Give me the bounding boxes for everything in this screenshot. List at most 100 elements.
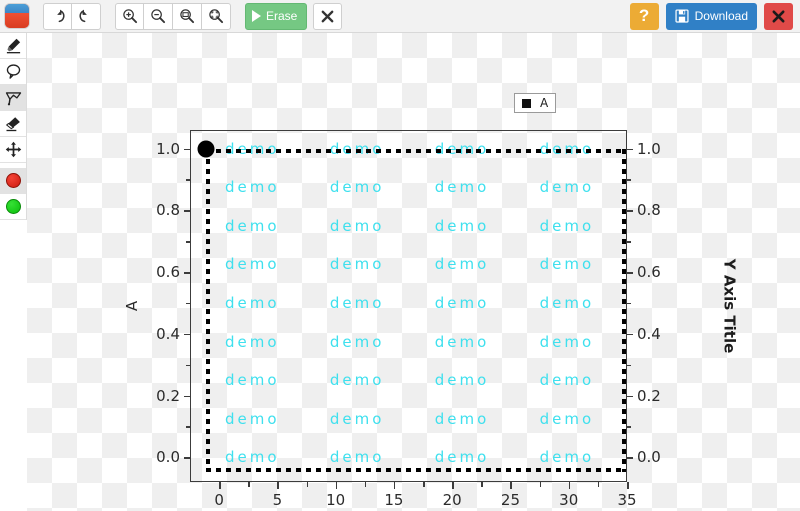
y-axis-minor-tick-left [186,241,190,243]
zoom-fit-icon [209,9,224,24]
sidebar-item-move-tool[interactable] [0,137,26,163]
x-axis-tick [277,482,279,489]
x-axis-tick-label: 5 [272,491,283,509]
redo-icon [78,9,87,22]
y-axis-tick-right [627,457,633,459]
sidebar-item-speech-bubble-tool[interactable] [0,59,26,85]
x-axis-tick [627,482,629,489]
history-button-group [43,2,101,30]
download-button[interactable]: Download [665,2,757,30]
redo-button[interactable] [72,2,101,30]
toolbar-right-group: ? Download [629,2,800,30]
x-axis-tick [452,482,454,489]
zoom-actual-size-icon [180,9,195,24]
y-axis-tick-right [627,333,633,336]
sidebar-item-highlighter-pen-tool[interactable] [0,33,26,59]
undo-icon [57,9,65,22]
y-axis-tick-label-left: 0.8 [156,201,180,220]
help-button[interactable]: ? [629,2,659,30]
y-axis-minor-tick-left [186,302,190,305]
undo-button[interactable] [43,2,72,30]
plot-frame [190,130,627,482]
highlighter-icon [6,38,20,54]
y-axis-tick-left [184,210,190,212]
zoom-button-group [115,2,231,30]
y-axis-tick-right [627,148,633,151]
x-axis-tick-label: 0 [214,491,224,509]
close-x-icon [321,10,334,22]
drawing-canvas[interactable]: A A Y Axis Title 0.0 0.0 0.2 0.2 0.4 0.4 0.6 0.… [27,33,800,511]
y-axis-minor-tick-left [186,179,190,181]
download-button-label: Download [694,9,748,23]
zoom-in-icon [122,9,137,24]
app-logo-top [5,4,29,14]
floppy-disk-icon [675,9,689,23]
y-axis-minor-tick-left [186,364,190,367]
chart-legend: A [514,93,557,113]
y-axis-tick-label-right: 0.6 [637,263,661,282]
y-axis-tick-label-left: 1.0 [156,139,180,158]
zoom-actual-size-button[interactable] [173,2,202,30]
x-axis-minor-tick [597,482,600,487]
resize-handle-dot-icon[interactable] [197,140,215,158]
app-logo-bottom [5,13,29,28]
sidebar-item-eraser-tool[interactable] [0,111,26,137]
erase-button-label: Erase [266,9,298,23]
y-axis-tick-left [184,333,190,336]
x-axis-tick [393,482,396,489]
y-axis-minor-tick-right [627,364,631,367]
x-axis-tick [510,482,512,489]
y-axis-tick-label-left: 0.2 [156,386,180,405]
x-axis-tick [335,482,338,489]
polygon-flag-icon [5,92,21,106]
square-marker-icon [522,98,531,108]
app-logo-icon[interactable] [5,4,29,28]
zoom-out-button[interactable] [144,2,173,30]
y-axis-tick-left [184,457,190,459]
speech-bubble-icon [6,64,20,79]
x-axis-minor-tick [248,482,250,487]
zoom-out-icon [151,9,166,24]
y-axis-tick-label-left: 0.0 [156,448,180,467]
erase-button[interactable]: Erase [245,2,308,30]
zoom-in-button[interactable] [115,2,144,30]
zoom-fit-button[interactable] [202,2,231,30]
x-axis-tick-label: 15 [384,491,404,509]
sidebar-item-polygon-lasso-tool[interactable] [0,85,26,111]
y-axis-tick-label-right: 1.0 [637,139,661,158]
y-axis-tick-right [627,272,633,274]
x-axis-tick-label: 20 [442,491,462,509]
clear-selection-button[interactable] [313,2,343,30]
x-axis-tick-label: 35 [617,491,637,509]
plot-area: A Y Axis Title 0.0 0.0 0.2 0.2 0.4 0.4 0.6 0.6 0… [123,130,738,509]
sidebar-item-color-swatch-green[interactable] [0,194,26,220]
y-axis-tick-label-right: 0.0 [637,448,661,467]
x-axis-minor-tick [539,482,542,487]
y-axis-tick-label-right: 0.4 [637,324,661,343]
y-axis-tick-left [184,148,190,151]
x-axis-tick-label: 25 [500,491,520,509]
legend-entry-label: A [540,96,549,110]
y-axis-tick-right [627,395,633,398]
y-axis-tick-left [184,395,190,398]
y-axis-title-left: A [123,300,142,312]
x-axis-tick-label: 10 [326,491,346,509]
close-window-button[interactable] [764,2,793,30]
y-axis-minor-tick-right [627,241,631,243]
play-triangle-icon [252,10,261,22]
sidebar-item-color-swatch-red[interactable] [0,168,26,194]
y-axis-tick-right [627,210,633,212]
x-axis-tick [568,482,571,489]
x-axis-minor-tick [306,482,309,487]
left-tool-sidebar [0,33,27,220]
close-x-icon [772,10,785,22]
x-axis-tick [219,482,221,489]
y-axis-minor-tick-right [627,179,631,181]
move-arrows-icon [5,141,21,158]
x-axis-tick-label: 30 [559,491,579,509]
y-axis-tick-label-right: 0.8 [637,201,661,220]
eraser-icon [5,117,20,132]
green-circle-icon [5,199,21,214]
y-axis-minor-tick-right [627,302,631,305]
red-circle-icon [5,173,21,188]
